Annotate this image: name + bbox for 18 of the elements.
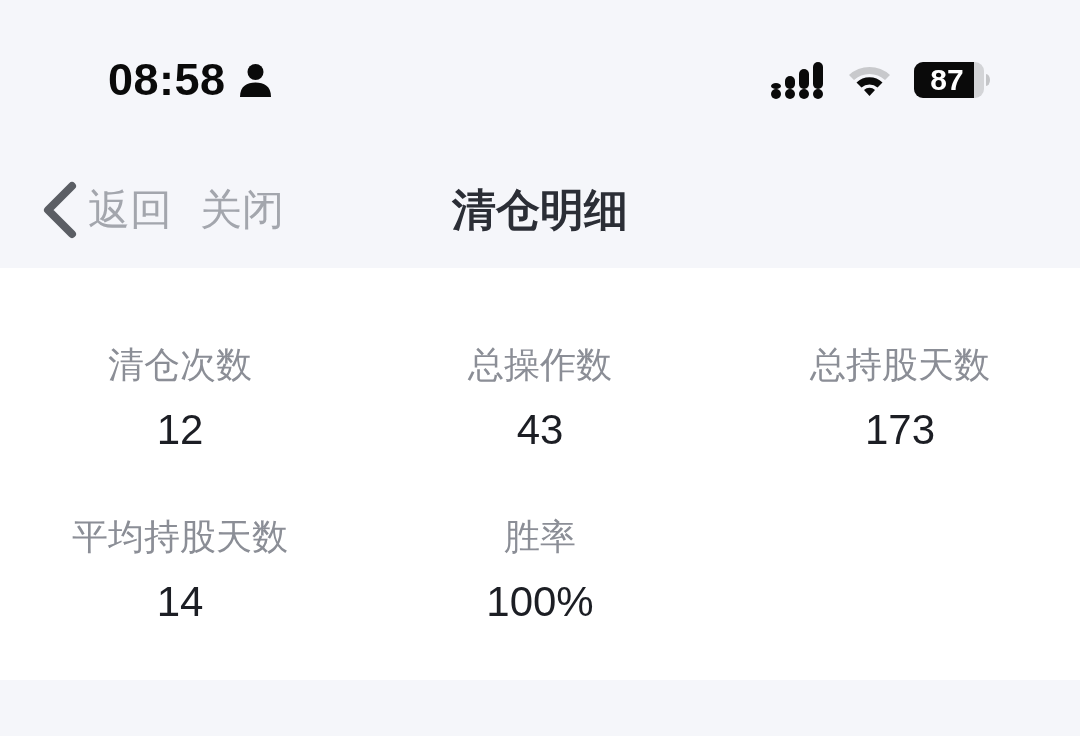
back-chevron-icon[interactable] [42,181,78,239]
back-button[interactable]: 返回 [88,182,172,238]
status-time: 08:58 [108,54,226,106]
stat-value: 12 [156,406,204,454]
stat-label: 总持股天数 [810,345,990,385]
stat-label: 清仓次数 [108,345,252,385]
battery-indicator: 87 [914,62,990,98]
stat-label: 胜率 [504,517,576,557]
stat-label: 平均持股天数 [72,517,288,557]
stat-value: 173 [864,406,936,454]
close-button[interactable]: 关闭 [200,182,284,238]
signal-icon [771,61,825,99]
page-title: 清仓明细 [452,183,628,236]
stat-value: 43 [516,406,564,454]
person-icon [239,63,271,97]
stat-value: 14 [156,578,204,626]
stat-value: 100% [486,578,594,626]
stat-label: 总操作数 [468,345,612,385]
